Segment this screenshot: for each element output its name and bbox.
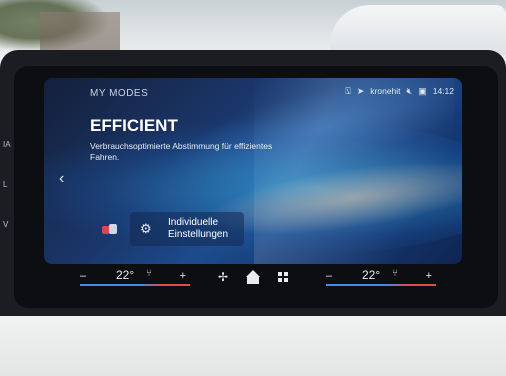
apps-grid-icon[interactable] [278,272,288,282]
fan-icon[interactable]: ✢ [218,270,228,284]
climate-bar: – 22° ⑂ + ✢ – 22° ⑂ + [44,264,462,290]
home-icon[interactable] [246,270,261,284]
individual-settings-button[interactable]: ⚙ Individuelle Einstellungen [130,212,244,246]
mode-description: Verbrauchsoptimierte Abstimmung für effi… [90,141,273,162]
temp-increase-left-button[interactable]: + [180,270,186,282]
radio-station[interactable]: kronehit [370,86,400,96]
screen-glare [254,78,454,264]
navigation-arrow-icon[interactable]: ➤ [357,86,365,97]
mode-title: EFFICIENT [90,116,178,135]
left-edge-label: L [3,180,8,189]
notification-icon[interactable]: ⍂ [345,86,350,97]
left-edge-label: IA [3,140,11,149]
infotainment-screen: MY MODES ⍂ ➤ kronehit 🔇︎ ▣ 14:12 EFFICIE… [44,78,462,264]
gear-icon: ⚙ [140,221,152,236]
seat-heating-left-icon[interactable]: ⑂ [146,268,152,279]
climate-right-zone: – 22° ⑂ + [326,264,436,290]
left-edge-label: V [3,220,9,229]
seat-heating-right-icon[interactable]: ⑂ [392,268,398,279]
building-background [40,12,120,52]
efficiency-battery-icon[interactable] [102,224,118,236]
dashboard-trim [0,316,506,376]
left-edge-display: IA L V [0,70,18,310]
section-label: MY MODES [90,88,149,99]
temp-right-value[interactable]: 22° [362,268,380,282]
parked-car-background [330,5,506,55]
temp-decrease-right-button[interactable]: – [326,270,332,282]
temp-increase-right-button[interactable]: + [426,270,432,282]
temp-left-value[interactable]: 22° [116,268,134,282]
individual-settings-label: Individuelle Einstellungen [168,217,229,240]
chevron-left-icon[interactable]: ‹ [59,170,64,188]
status-bar: ⍂ ➤ kronehit 🔇︎ ▣ 14:12 [345,84,454,98]
mute-icon[interactable]: 🔇︎ [407,86,413,97]
climate-left-zone: – 22° ⑂ + [80,264,190,290]
climate-center-controls: ✢ [218,268,288,286]
temp-decrease-left-button[interactable]: – [80,270,86,282]
clock: 14:12 [432,86,454,96]
temp-left-slider[interactable] [80,284,190,286]
temp-right-slider[interactable] [326,284,436,286]
media-icon[interactable]: ▣ [418,86,427,97]
car-interior-photo: IA L V MY MODES ⍂ ➤ kronehit 🔇︎ ▣ 14:12 … [0,0,506,376]
